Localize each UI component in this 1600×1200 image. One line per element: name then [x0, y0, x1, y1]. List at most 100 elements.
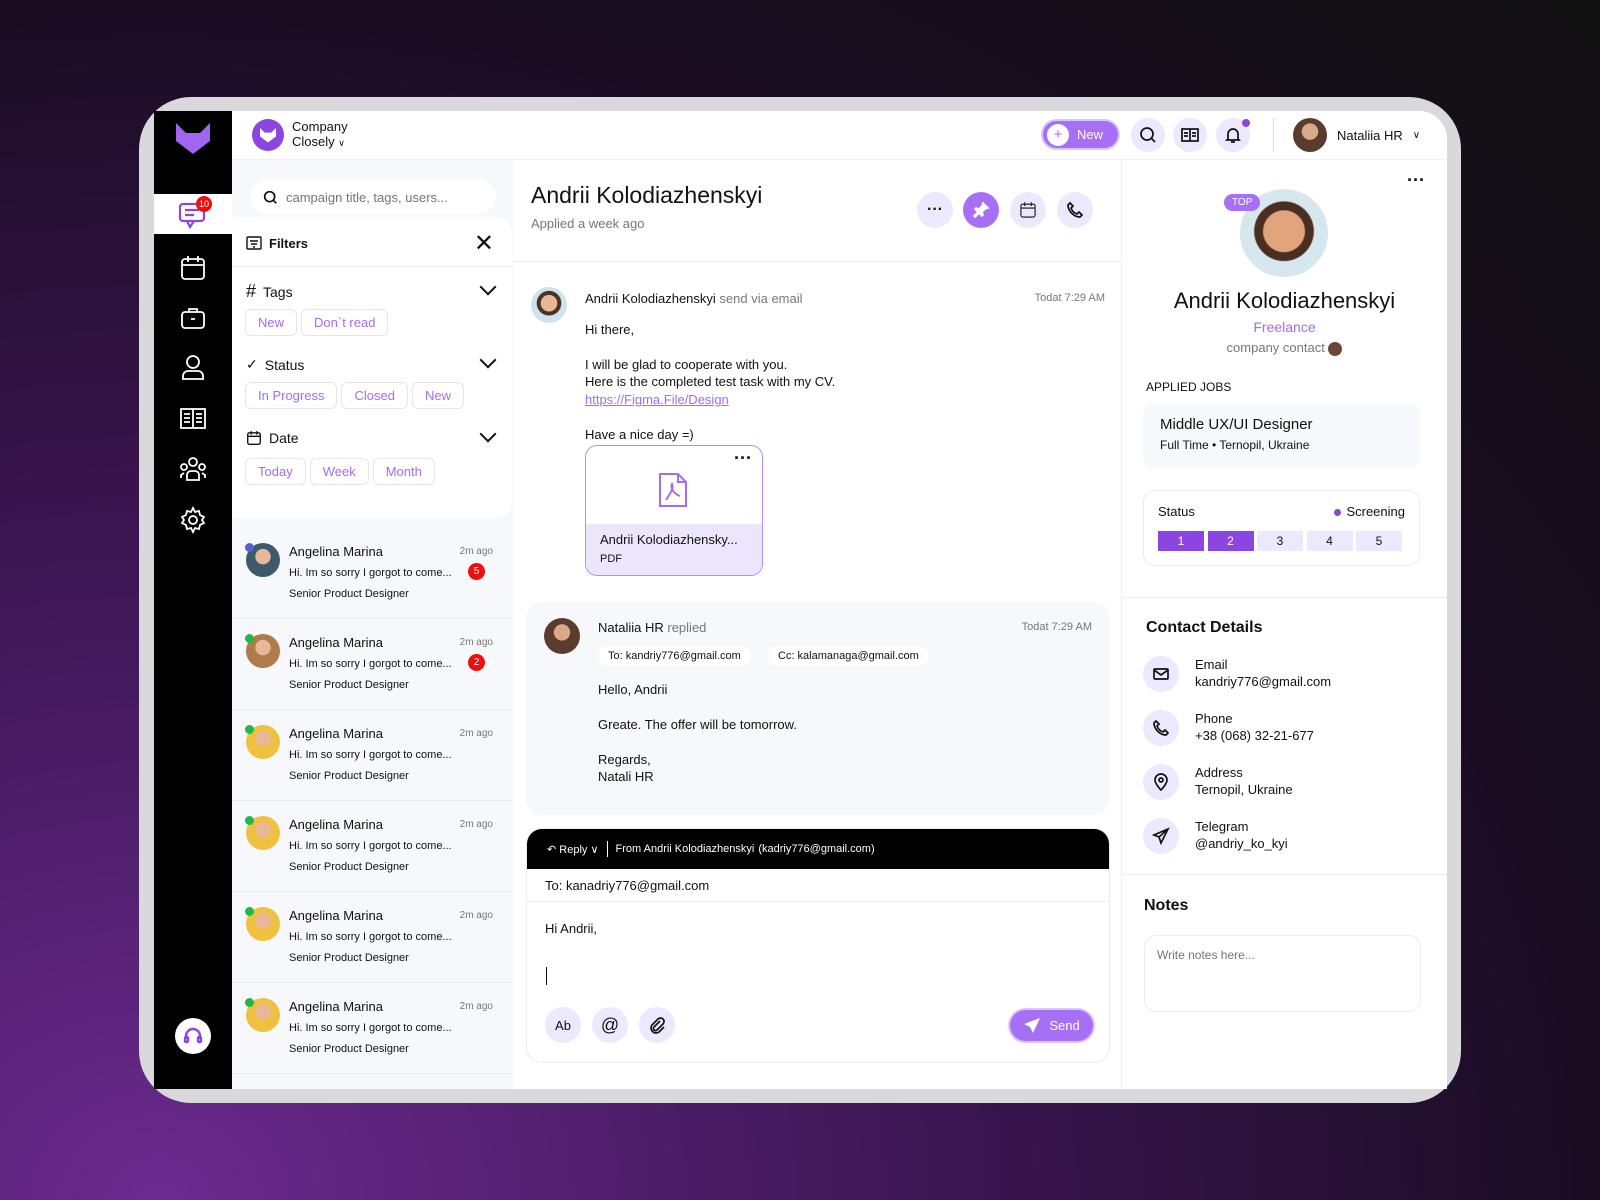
sidebar-item-chat[interactable]: 10 [154, 194, 232, 234]
format-button[interactable]: Ab [545, 1007, 581, 1043]
job-card[interactable]: Middle UX/UI Designer Full Time • Ternop… [1143, 403, 1420, 468]
attach-button[interactable] [639, 1007, 675, 1043]
tags-toggle[interactable] [479, 278, 497, 296]
support-button[interactable] [175, 1018, 211, 1054]
status-step[interactable]: 1 [1158, 531, 1204, 551]
employment-type: Freelance [1253, 319, 1316, 335]
contact-value[interactable]: Ternopil, Ukraine [1195, 782, 1293, 797]
notes-input[interactable] [1144, 935, 1421, 1012]
tags-chips: New Don`t read [245, 309, 392, 336]
reply-label: Reply [559, 843, 588, 856]
message-line: Hello, Andrii [598, 682, 668, 697]
conversation-item[interactable]: Angelina Marina 2m ago Hi. Im so sorry I… [232, 710, 513, 801]
call-button[interactable] [1057, 192, 1093, 228]
contact-value[interactable]: +38 (068) 32-21-677 [1195, 728, 1314, 743]
status-label: Status [264, 356, 305, 373]
date-chip-week[interactable]: Week [309, 458, 369, 485]
search-button[interactable] [1131, 118, 1165, 152]
sidebar-item-jobs[interactable] [175, 300, 211, 336]
message-preview: Hi. Im so sorry I gorgot to come... [289, 931, 452, 943]
sidebar-item-library[interactable] [175, 400, 211, 436]
contact-value[interactable]: kandriy776@gmail.com [1195, 674, 1331, 689]
conversation-item[interactable]: Angelina Marina 2m ago Hi. Im so sorry I… [232, 619, 513, 710]
search-field[interactable] [251, 180, 496, 214]
notifications-button[interactable] [1216, 118, 1250, 152]
candidate-name: Andrii Kolodiazhenskyi [1173, 288, 1396, 313]
status-step[interactable]: 3 [1257, 531, 1303, 551]
more-button[interactable]: ··· [917, 192, 953, 228]
contact-role: Senior Product Designer [289, 679, 409, 691]
thread-panel: Andrii Kolodiazhenskyi Applied a week ag… [513, 160, 1122, 1089]
contact-role: Senior Product Designer [289, 588, 409, 600]
top-badge: TOP [1224, 194, 1261, 211]
unread-badge: 5 [468, 563, 485, 580]
composer-body[interactable]: Hi Andrii, [545, 921, 597, 936]
contact-value[interactable]: @andriy_ko_kyi [1195, 836, 1288, 851]
status-chip-closed[interactable]: Closed [341, 382, 408, 409]
user-menu[interactable]: Nataliia HR ∨ [1293, 118, 1420, 152]
applied-jobs-label: APPLIED JOBS [1146, 380, 1232, 394]
chat-badge: 10 [196, 196, 212, 212]
profile-more-button[interactable]: ··· [1407, 170, 1425, 191]
hashtag-icon: # [246, 281, 257, 301]
library-button[interactable] [1173, 118, 1207, 152]
tags-label: Tags [263, 283, 293, 300]
send-button[interactable]: Send [1008, 1008, 1095, 1043]
conversation-item[interactable]: Angelina Marina 2m ago Hi. Im so sorry I… [232, 528, 513, 619]
status-chip-in-progress[interactable]: In Progress [245, 382, 338, 409]
conversation-item[interactable]: Angelina Marina 2m ago Hi. Im so sorry I… [232, 801, 513, 892]
from-name: From Andrii Kolodiazhenskyi [615, 843, 755, 855]
sidebar-item-calendar[interactable] [175, 250, 211, 286]
new-button[interactable]: + New [1041, 119, 1120, 150]
send-label: Send [1049, 1018, 1080, 1033]
status-toggle[interactable] [479, 351, 497, 369]
tag-chip-new[interactable]: New [245, 309, 298, 336]
calendar-icon [1020, 202, 1036, 218]
reply-mode-dropdown[interactable]: ↶ Reply ∨ [547, 843, 599, 856]
attachment-card[interactable]: ··· Andrii Kolodiazhensky... PDF [585, 445, 763, 576]
status-dot [1334, 509, 1342, 516]
phone-icon [1067, 201, 1084, 218]
status-step[interactable]: 5 [1356, 531, 1402, 551]
cc-recipient-chip[interactable]: Cc: kalamanaga@gmail.com [768, 646, 929, 666]
to-recipient-chip[interactable]: To: kandriy776@gmail.com [598, 646, 751, 666]
company-contact-label: company contact [1226, 340, 1325, 355]
message-line: Greate. The offer will be tomorrow. [598, 717, 797, 732]
conversation-item[interactable]: Angelina Marina 2m ago Hi. Im so sorry I… [232, 983, 513, 1074]
conversation-item[interactable]: Angelina Marina 2m ago Hi. Im so sorry I… [232, 892, 513, 983]
search-input[interactable] [286, 189, 486, 205]
mention-button[interactable]: @ [592, 1007, 628, 1043]
status-step[interactable]: 4 [1306, 531, 1353, 551]
mail-icon [1153, 668, 1169, 680]
status-step[interactable]: 2 [1207, 531, 1254, 551]
date-chip-month[interactable]: Month [372, 458, 435, 485]
contact-avatar [1328, 341, 1343, 356]
pin-button[interactable] [963, 192, 999, 228]
sidebar-item-team[interactable] [175, 451, 211, 487]
sidebar-item-settings[interactable] [175, 502, 211, 538]
company-switcher[interactable]: Company Closely ∨ [292, 119, 348, 151]
mention-icon: @ [600, 1014, 620, 1035]
schedule-button[interactable] [1010, 192, 1046, 228]
pdf-icon [659, 473, 687, 507]
status-chip-new[interactable]: New [411, 382, 464, 409]
contact-name: Angelina Marina [289, 908, 383, 923]
conversation-panel: Filters ✕ #Tags NewDon`t read ✓Status In… [232, 160, 513, 1089]
sidebar-item-candidates[interactable] [175, 349, 211, 385]
message-line: I will be glad to cooperate with you. [585, 357, 788, 372]
tag-chip-dont-read[interactable]: Don`t read [301, 309, 389, 336]
text-cursor [546, 967, 547, 985]
from-email: (kadriy776@gmail.com) [758, 843, 875, 855]
user-icon [182, 355, 204, 380]
location-icon-button [1143, 764, 1179, 800]
contact-name: Angelina Marina [289, 544, 383, 559]
attachment-more-icon[interactable]: ··· [734, 448, 752, 469]
message-line: Natali HR [598, 769, 654, 784]
date-toggle[interactable] [479, 425, 497, 443]
close-filters-button[interactable]: ✕ [474, 229, 494, 258]
sender-avatar [544, 618, 580, 654]
company-name-line1: Company [292, 119, 348, 134]
date-chip-today[interactable]: Today [245, 458, 306, 485]
to-field[interactable]: To: kanadriy776@gmail.com [545, 878, 709, 893]
figma-link[interactable]: https://Figma.File/Design [585, 392, 729, 407]
